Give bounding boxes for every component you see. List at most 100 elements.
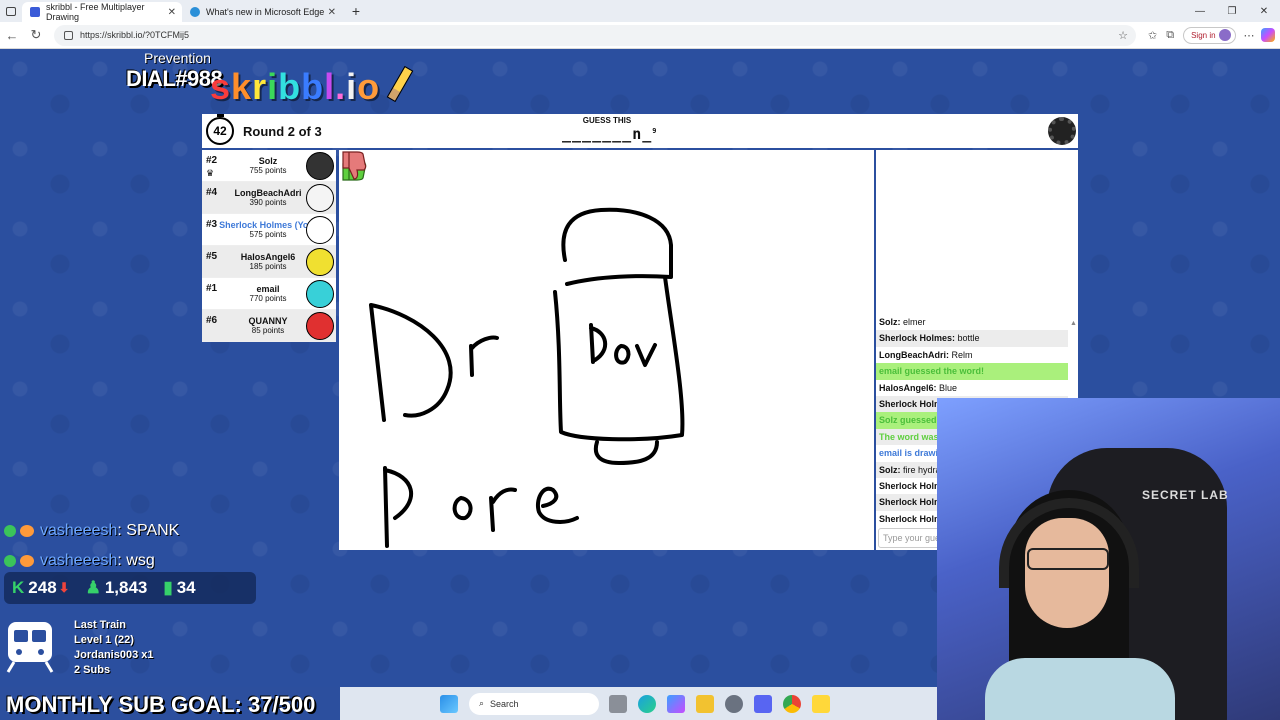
drawing-stroke: [489, 487, 517, 532]
avatar: [306, 312, 334, 340]
avatar: [306, 152, 334, 180]
sign-in-button[interactable]: Sign in: [1183, 26, 1236, 44]
chat-message-guessed: email guessed the word!: [876, 363, 1068, 380]
chrome-icon[interactable]: [783, 694, 801, 713]
task-view-icon[interactable]: [609, 694, 627, 713]
player-rank: #3: [206, 219, 218, 230]
stream-chat-user: vasheeesh: [40, 522, 118, 539]
webcam-feed: SECRET LAB: [937, 398, 1280, 720]
player-list: #2 ♛ Solz 755 points #4 LongBeachAdri 39…: [202, 150, 336, 342]
player-row[interactable]: #6 QUANNY 85 points: [202, 310, 336, 342]
drawing-stroke: [469, 335, 499, 377]
train-level: Level 1 (22): [74, 634, 134, 646]
drawing-stroke: [614, 344, 631, 365]
close-tab-icon[interactable]: ✕: [168, 7, 176, 18]
viewers-icon: ▮: [163, 578, 173, 597]
chat-message: Solz: elmer: [879, 317, 926, 327]
edge-favicon-icon: [190, 7, 200, 17]
file-explorer-icon[interactable]: [696, 694, 714, 713]
player-points: 85 points: [251, 326, 285, 335]
close-tab-icon[interactable]: ✕: [328, 7, 336, 18]
favorites-icon[interactable]: ✩: [1148, 29, 1157, 42]
discord-icon[interactable]: [754, 694, 772, 713]
windows-start-icon[interactable]: [440, 694, 458, 713]
down-arrow-icon: ⬇: [58, 580, 70, 595]
site-info-icon[interactable]: [64, 30, 73, 40]
chat-scroll-up-icon[interactable]: ▲: [1070, 320, 1077, 327]
favorite-star-icon[interactable]: ☆: [1118, 29, 1128, 42]
player-name: QUANNY: [248, 316, 288, 326]
tab-title: skribbl - Free Multiplayer Drawing: [46, 2, 145, 22]
stream-chat-text: : SPANK: [117, 522, 180, 539]
player-rank: #5: [206, 251, 218, 262]
restore-icon[interactable]: ❐: [1216, 6, 1248, 17]
train-icon: [6, 622, 54, 673]
close-window-icon[interactable]: ✕: [1248, 6, 1280, 17]
player-row[interactable]: #5 HalosAngel6 185 points: [202, 246, 336, 278]
kick-icon: K: [12, 578, 25, 597]
dial-988-text: DIAL#988: [126, 66, 223, 91]
badge-icon: [20, 555, 34, 567]
stream-chat-overlay: vasheeesh : SPANK vasheeesh : wsg: [4, 516, 179, 576]
prevention-text: Prevention: [144, 50, 211, 66]
stream-stats-bar: K 248 ⬇ ♟ 1,843 ▮ 34: [4, 572, 256, 604]
game-header: 42 Round 2 of 3 GUESS THIS _______n_9: [202, 114, 1078, 148]
thumbs-down-icon[interactable]: [339, 150, 367, 182]
player-rank: #1: [206, 283, 218, 294]
crown-icon: ♛: [206, 168, 215, 178]
window-controls: — ❐ ✕: [1184, 6, 1280, 17]
follower-icon: ♟: [85, 578, 101, 597]
player-row[interactable]: #3 Sherlock Holmes (You) 575 points: [202, 214, 336, 246]
refresh-icon[interactable]: ↻: [24, 27, 48, 43]
tab-skribbl[interactable]: skribbl - Free Multiplayer Drawing ✕: [22, 2, 182, 22]
chat-message: LongBeachAdri: Relm: [879, 349, 973, 360]
drawing-stroke: [593, 440, 659, 465]
url-field[interactable]: https://skribbl.io/?0TCFMij5 ☆: [54, 24, 1136, 46]
copilot-icon[interactable]: [1260, 28, 1275, 42]
sticky-notes-icon[interactable]: [812, 694, 830, 713]
viewer-count: 34: [176, 578, 196, 597]
player-row[interactable]: #1 email 770 points: [202, 278, 336, 310]
player-name: email: [256, 284, 280, 294]
window-menu-icon[interactable]: [0, 0, 22, 22]
chat-message: HalosAngel6: Blue: [879, 382, 958, 393]
drawing-stroke: [553, 275, 685, 442]
canvas-drawing: [369, 207, 685, 548]
back-icon[interactable]: ←: [0, 28, 24, 43]
new-tab-button[interactable]: +: [346, 3, 366, 19]
word-hint: _______n_9: [562, 125, 658, 143]
profile-avatar: [1218, 29, 1231, 41]
verified-icon: [4, 525, 16, 537]
streamer-shirt: [985, 658, 1175, 720]
player-row[interactable]: #2 ♛ Solz 755 points: [202, 150, 336, 182]
player-points: 755 points: [249, 166, 287, 175]
player-name: Solz: [258, 156, 278, 166]
stream-chat-line: vasheeesh : SPANK: [4, 516, 179, 546]
address-bar-row: ← ↻ https://skribbl.io/?0TCFMij5 ☆ ✩ ⧉ S…: [0, 22, 1280, 49]
browser-tab-bar: skribbl - Free Multiplayer Drawing ✕ Wha…: [0, 0, 1280, 22]
timer-clock-icon: 42: [206, 114, 234, 145]
taskbar-search[interactable]: ⌕ Search: [469, 692, 599, 715]
train-user: Jordanis003 x1: [74, 649, 154, 661]
copilot-app-icon[interactable]: [667, 694, 685, 713]
player-points: 185 points: [249, 262, 287, 271]
url-text: https://skribbl.io/?0TCFMij5: [80, 30, 190, 40]
settings-gear-icon[interactable]: [1048, 117, 1076, 145]
drawing-stroke: [369, 303, 453, 422]
more-icon[interactable]: ⋯: [1244, 29, 1255, 42]
player-row[interactable]: #4 LongBeachAdri 390 points: [202, 182, 336, 214]
player-name: Sherlock Holmes (You): [219, 220, 317, 230]
skribbl-favicon-icon: [30, 7, 40, 17]
stream-chat-text: : wsg: [117, 552, 155, 569]
minimize-icon[interactable]: —: [1184, 6, 1216, 17]
tab-edge-news[interactable]: What's new in Microsoft Edge ✕: [182, 2, 342, 22]
chat-message: Sherlock Holmes: bottle: [876, 330, 1068, 347]
drawing-canvas[interactable]: [339, 150, 874, 550]
collections-icon[interactable]: ⧉: [1166, 29, 1174, 42]
settings-app-icon[interactable]: [725, 694, 743, 713]
timer-value: 42: [213, 124, 227, 138]
chair-brand: SECRET LAB: [1142, 488, 1229, 502]
train-subs: 2 Subs: [74, 664, 111, 676]
edge-icon[interactable]: [638, 694, 656, 713]
avatar: [306, 280, 334, 308]
